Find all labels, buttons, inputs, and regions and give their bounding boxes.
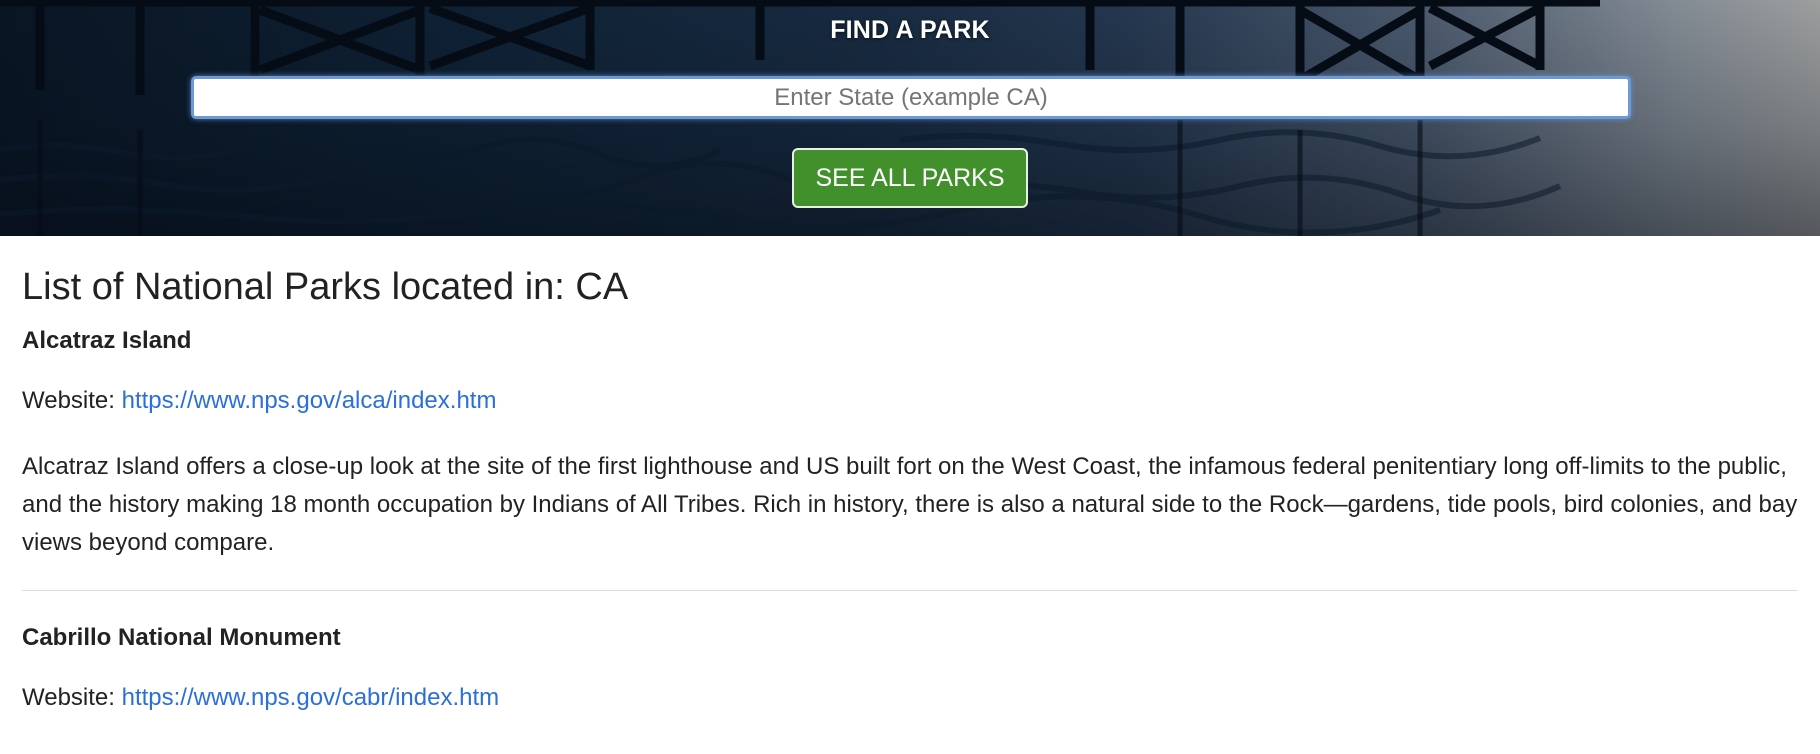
park-divider [22, 590, 1798, 591]
park-description: Alcatraz Island offers a close-up look a… [22, 453, 1798, 556]
park-website-line: Website: https://www.nps.gov/alca/index.… [22, 386, 1798, 416]
park-entry: Alcatraz Island Website: https://www.nps… [22, 326, 1798, 591]
hero-banner: FIND A PARK SEE ALL PARKS [0, 0, 1820, 236]
park-website-link[interactable]: https://www.nps.gov/cabr/index.htm [122, 684, 500, 711]
park-website-link[interactable]: https://www.nps.gov/alca/index.htm [122, 387, 497, 414]
list-heading: List of National Parks located in: CA [22, 266, 629, 308]
parks-list-section: List of National Parks located in: CA Al… [0, 266, 1820, 713]
see-all-parks-button[interactable]: SEE ALL PARKS [792, 148, 1028, 208]
park-entry: Cabrillo National Monument Website: http… [22, 623, 1798, 713]
state-search-input[interactable] [191, 76, 1631, 119]
park-name: Alcatraz Island [22, 327, 192, 354]
website-label: Website: [22, 684, 115, 711]
park-name: Cabrillo National Monument [22, 624, 341, 651]
website-label: Website: [22, 387, 115, 414]
park-website-line: Website: https://www.nps.gov/cabr/index.… [22, 683, 1798, 713]
find-a-park-title: FIND A PARK [830, 16, 990, 44]
